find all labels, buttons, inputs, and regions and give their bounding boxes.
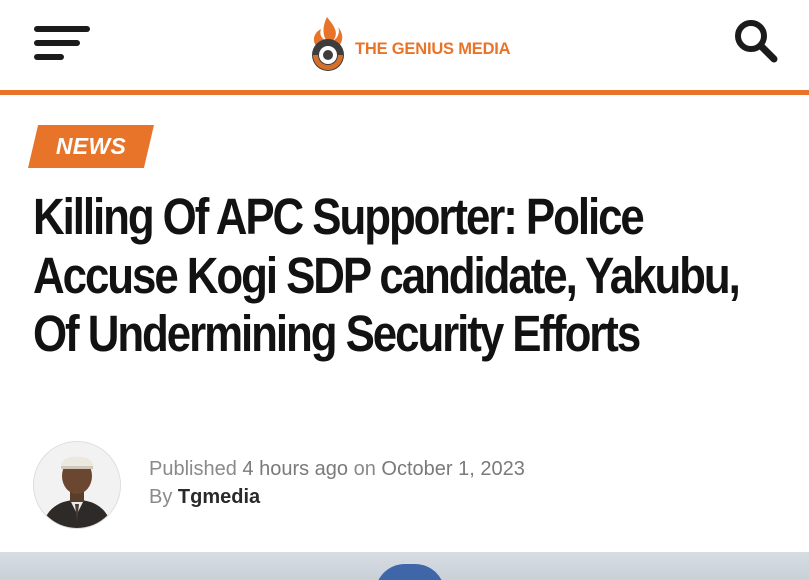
category-tag-label: NEWS [55, 133, 127, 159]
article-meta: Published 4 hours ago on October 1, 2023… [149, 455, 525, 511]
publish-date: October 1, 2023 [381, 458, 525, 480]
author-photo [34, 442, 120, 528]
article-title: Killing Of APC Supporter: Police Accuse … [33, 188, 741, 362]
logo-text: THE GENIUS MEDIA [355, 39, 511, 58]
by-word: By [149, 486, 173, 508]
category-tag[interactable]: NEWS [28, 125, 154, 168]
publish-line: Published 4 hours ago on October 1, 2023 [149, 455, 525, 483]
byline: By Tgmedia [149, 483, 525, 511]
author-avatar[interactable] [33, 441, 121, 529]
hero-image[interactable] [0, 552, 809, 580]
published-prefix: Published [149, 458, 237, 480]
hero-image-detail [375, 564, 445, 580]
header-divider [0, 90, 809, 95]
menu-button[interactable] [30, 22, 94, 66]
logo-mark-icon [312, 17, 344, 71]
relative-time: 4 hours ago [242, 458, 349, 480]
site-header: THE GENIUS MEDIA [0, 0, 809, 90]
search-button[interactable] [733, 18, 779, 64]
author-link[interactable]: Tgmedia [178, 486, 260, 508]
site-logo[interactable]: THE GENIUS MEDIA [305, 15, 511, 75]
on-word: on [353, 458, 376, 480]
search-icon [735, 20, 778, 63]
